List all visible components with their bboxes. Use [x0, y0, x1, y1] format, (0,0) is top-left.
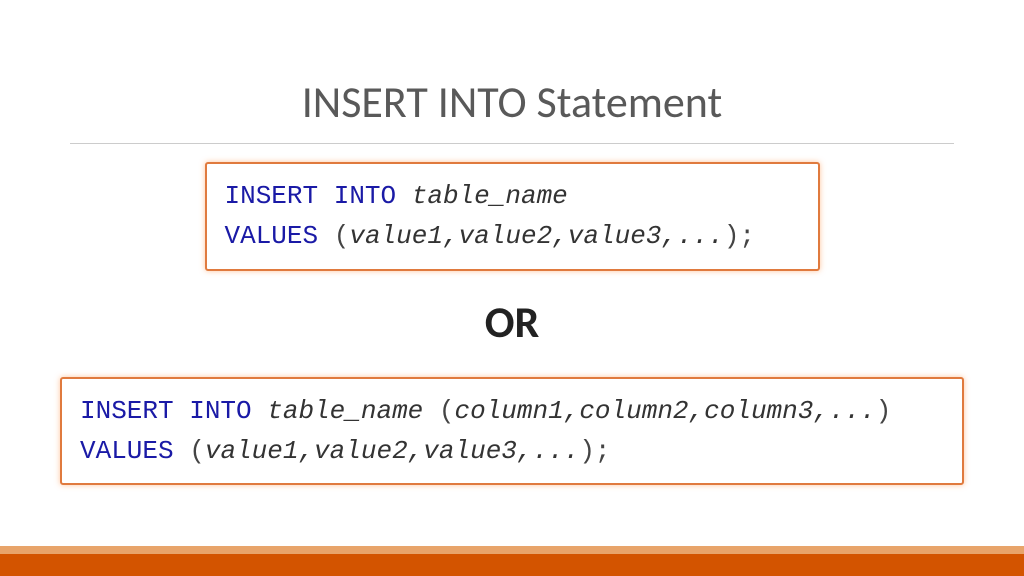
footer-accent-dark — [0, 554, 1024, 576]
value-list: value1,value2,value3,... — [349, 221, 723, 251]
paren-open: ( — [423, 396, 454, 426]
footer-accent-light — [0, 546, 1024, 554]
code-line-1: INSERT INTO table_name (column1,column2,… — [80, 391, 944, 431]
keyword-values: VALUES — [225, 221, 319, 251]
keyword-insert-into: INSERT INTO — [225, 181, 397, 211]
value-list: value1,value2,value3,... — [205, 436, 579, 466]
paren-close: ) — [876, 396, 892, 426]
code-block-insert-columns: INSERT INTO table_name (column1,column2,… — [60, 377, 964, 486]
identifier-table-name: table_name — [412, 181, 568, 211]
title-divider — [70, 143, 954, 144]
paren-open: ( — [174, 436, 205, 466]
slide: INSERT INTO Statement INSERT INTO table_… — [0, 0, 1024, 576]
paren-close-semi: ); — [579, 436, 610, 466]
identifier-table-name: table_name — [267, 396, 423, 426]
paren-close-semi: ); — [724, 221, 755, 251]
code-line-2: VALUES (value1,value2,value3,...); — [225, 216, 800, 256]
code-line-1: INSERT INTO table_name — [225, 176, 800, 216]
or-separator: OR — [0, 295, 1024, 349]
slide-title: INSERT INTO Statement — [0, 20, 1024, 139]
paren-open: ( — [318, 221, 349, 251]
code-line-2: VALUES (value1,value2,value3,...); — [80, 431, 944, 471]
code-block-insert-short: INSERT INTO table_name VALUES (value1,va… — [205, 162, 820, 271]
column-list: column1,column2,column3,... — [455, 396, 876, 426]
keyword-insert-into: INSERT INTO — [80, 396, 252, 426]
keyword-values: VALUES — [80, 436, 174, 466]
